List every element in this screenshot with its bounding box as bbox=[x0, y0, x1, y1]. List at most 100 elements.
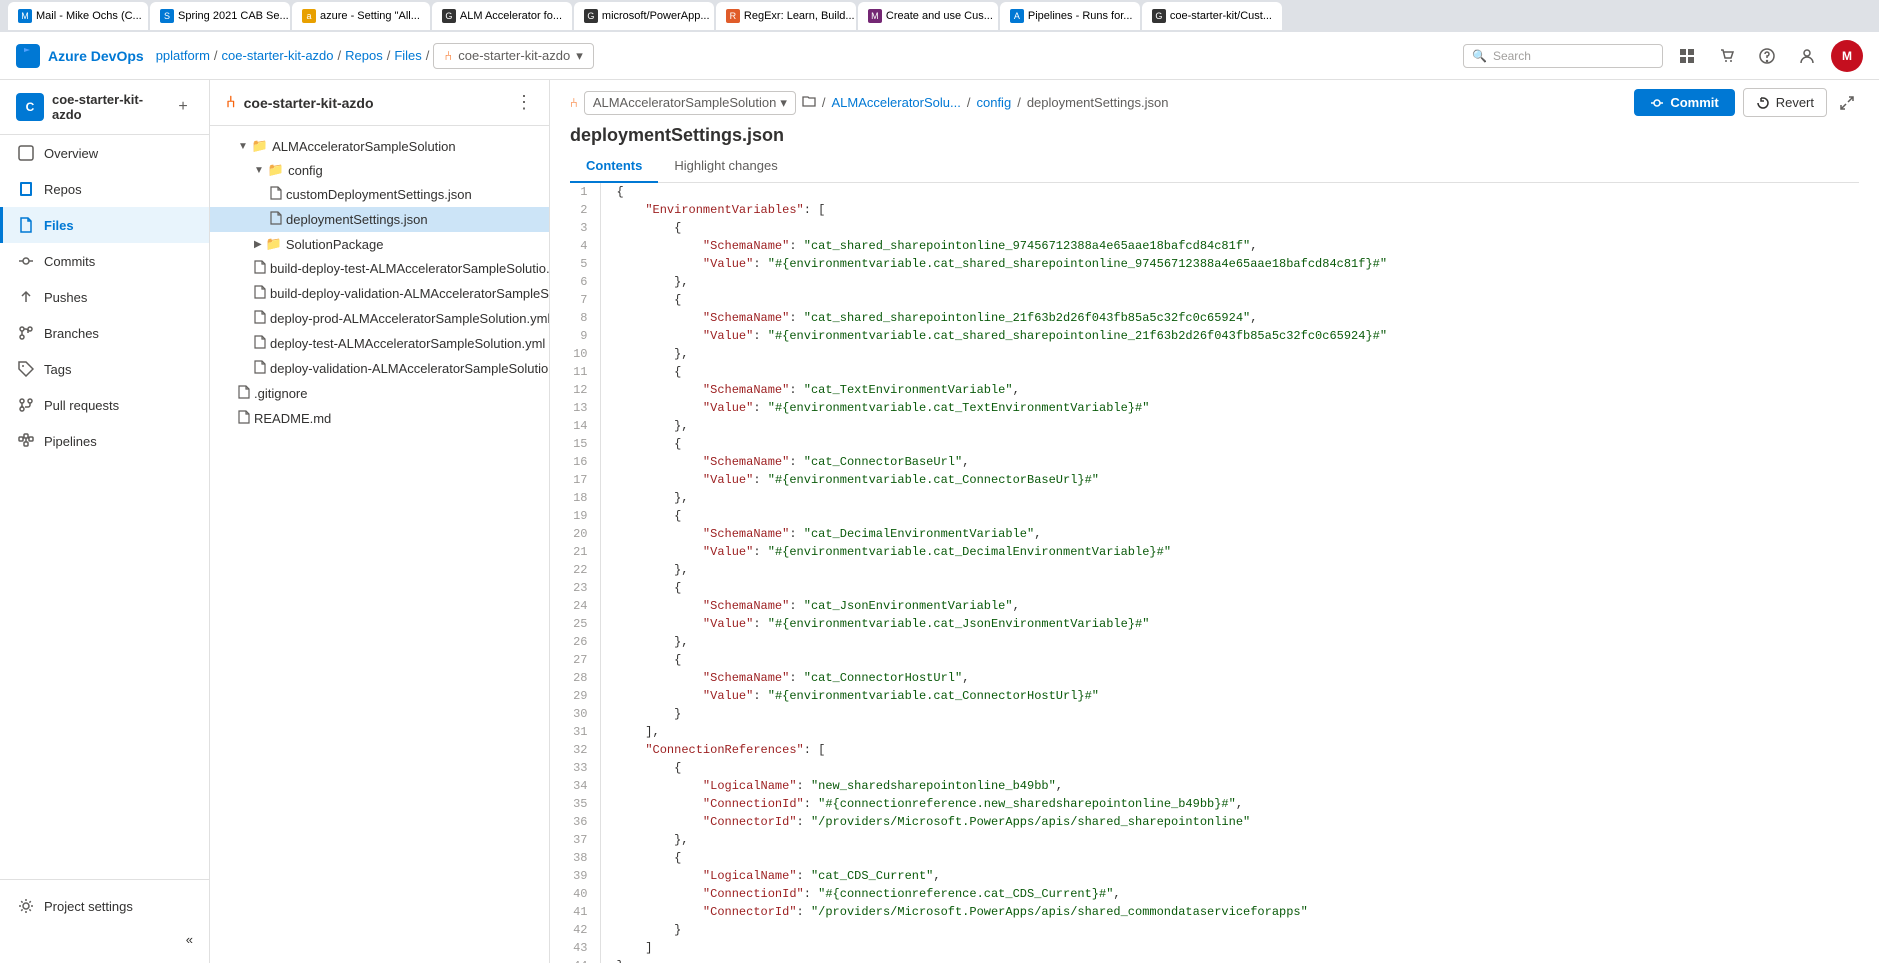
project-header: C coe-starter-kit-azdo + bbox=[0, 80, 209, 135]
tree-item-customdeploymentsettings[interactable]: customDeploymentSettings.json bbox=[210, 182, 549, 207]
sidebar-collapse-btn[interactable]: « bbox=[0, 924, 209, 955]
azure-devops-logo-icon bbox=[16, 44, 40, 68]
file-header-area: ⑃ ALMAcceleratorSampleSolution ▾ / ALMAc… bbox=[550, 80, 1879, 183]
line-number: 10 bbox=[550, 345, 600, 363]
table-row: 21 "Value": "#{environmentvariable.cat_D… bbox=[550, 543, 1879, 561]
tree-item-readme[interactable]: README.md bbox=[210, 406, 549, 431]
tree-item-build-deploy-validation[interactable]: build-deploy-validation-ALMAcceleratorSa… bbox=[210, 281, 549, 306]
sidebar-item-project-settings[interactable]: Project settings bbox=[0, 888, 209, 924]
code-line-content: "ConnectorId": "/providers/Microsoft.Pow… bbox=[600, 813, 1879, 831]
tree-item-gitignore[interactable]: .gitignore bbox=[210, 381, 549, 406]
code-editor[interactable]: 1 { 2 "EnvironmentVariables": [ 3 { 4 "S… bbox=[550, 183, 1879, 963]
tab-regex-label: RegExr: Learn, Build... bbox=[744, 10, 855, 22]
tree-item-build-deploy-test[interactable]: build-deploy-test-ALMAcceleratorSampleSo… bbox=[210, 256, 549, 281]
tree-item-deploy-validation[interactable]: deploy-validation-ALMAcceleratorSampleSo… bbox=[210, 356, 549, 381]
code-line-content: "LogicalName": "cat_CDS_Current", bbox=[600, 867, 1879, 885]
branch-selector[interactable]: ALMAcceleratorSampleSolution ▾ bbox=[584, 91, 796, 115]
tree-label-deploy-prod: deploy-prod-ALMAcceleratorSampleSolution… bbox=[270, 311, 549, 326]
tab-spring[interactable]: S Spring 2021 CAB Se... bbox=[150, 2, 290, 30]
commit-button[interactable]: Commit bbox=[1634, 89, 1734, 116]
project-avatar: C bbox=[16, 93, 44, 121]
azure-devops-logo[interactable]: Azure DevOps bbox=[16, 44, 144, 68]
user-icon-btn[interactable] bbox=[1791, 40, 1823, 72]
sidebar-item-pushes[interactable]: Pushes bbox=[0, 279, 209, 315]
tree-item-almaccelerator[interactable]: ▼ 📁 ALMAcceleratorSampleSolution bbox=[210, 134, 549, 158]
sidebar-item-files[interactable]: Files bbox=[0, 207, 209, 243]
breadcrumb-pplatform[interactable]: pplatform bbox=[156, 48, 210, 63]
cart-icon-btn[interactable] bbox=[1711, 40, 1743, 72]
pushes-icon bbox=[16, 287, 36, 307]
tree-item-deploy-test[interactable]: deploy-test-ALMAcceleratorSampleSolution… bbox=[210, 331, 549, 356]
file-tabs: Contents Highlight changes bbox=[570, 150, 1859, 183]
sidebar-label-commits: Commits bbox=[44, 254, 95, 269]
sidebar-label-repos: Repos bbox=[44, 182, 82, 197]
breadcrumb-sep-3: / bbox=[387, 48, 391, 63]
tab-alm[interactable]: G ALM Accelerator fo... bbox=[432, 2, 572, 30]
breadcrumb-files[interactable]: Files bbox=[394, 48, 421, 63]
file-header-top: ⑃ ALMAcceleratorSampleSolution ▾ / ALMAc… bbox=[570, 88, 1859, 117]
tree-item-solutionpackage[interactable]: ▶ 📁 SolutionPackage bbox=[210, 232, 549, 256]
line-number: 16 bbox=[550, 453, 600, 471]
line-number: 42 bbox=[550, 921, 600, 939]
add-project-btn[interactable]: + bbox=[173, 97, 193, 117]
tab-azure[interactable]: a azure - Setting "All... bbox=[292, 2, 430, 30]
sidebar-item-pull-requests[interactable]: Pull requests bbox=[0, 387, 209, 423]
tab-contents[interactable]: Contents bbox=[570, 150, 658, 183]
collapse-sidebar-icon: « bbox=[186, 932, 193, 947]
sidebar-item-overview[interactable]: Overview bbox=[0, 135, 209, 171]
tab-mail[interactable]: M Mail - Mike Ochs (C... bbox=[8, 2, 148, 30]
line-number: 39 bbox=[550, 867, 600, 885]
repo-branch-selector[interactable]: ⑃ coe-starter-kit-azdo ▾ bbox=[433, 43, 593, 69]
breadcrumb-part-1[interactable]: config bbox=[976, 95, 1011, 110]
deploy-validation-file-icon bbox=[254, 360, 266, 377]
azure-devops-text: Azure DevOps bbox=[48, 48, 144, 64]
breadcrumb-coe-starter[interactable]: coe-starter-kit-azdo bbox=[222, 48, 334, 63]
code-line-content: ], bbox=[600, 723, 1879, 741]
grid-view-btn[interactable] bbox=[1671, 40, 1703, 72]
breadcrumb-part-0[interactable]: ALMAcceleratorSolu... bbox=[832, 95, 961, 110]
build-deploy-test-file-icon bbox=[254, 260, 266, 277]
tab-ms[interactable]: G microsoft/PowerApp... bbox=[574, 2, 714, 30]
search-box[interactable]: 🔍 Search bbox=[1463, 44, 1663, 68]
tree-item-config[interactable]: ▼ 📁 config bbox=[210, 158, 549, 182]
tab-create[interactable]: M Create and use Cus... bbox=[858, 2, 998, 30]
expand-icon-btn[interactable] bbox=[1835, 91, 1859, 115]
tab-regex[interactable]: R RegExr: Learn, Build... bbox=[716, 2, 856, 30]
user-avatar[interactable]: M bbox=[1831, 40, 1863, 72]
tab-ms-favicon: G bbox=[584, 9, 598, 23]
file-tree-repo-name: coe-starter-kit-azdo bbox=[244, 95, 374, 111]
tree-label-deploy-test: deploy-test-ALMAcceleratorSampleSolution… bbox=[270, 336, 545, 351]
table-row: 19 { bbox=[550, 507, 1879, 525]
line-number: 40 bbox=[550, 885, 600, 903]
sidebar-item-commits[interactable]: Commits bbox=[0, 243, 209, 279]
repo-header-icon: ⑃ bbox=[226, 94, 236, 112]
sidebar-item-pipelines[interactable]: Pipelines bbox=[0, 423, 209, 459]
top-nav: Azure DevOps pplatform / coe-starter-kit… bbox=[0, 32, 1879, 80]
deploymentsettings-file-icon bbox=[270, 211, 282, 228]
tree-item-deploy-prod[interactable]: deploy-prod-ALMAcceleratorSampleSolution… bbox=[210, 306, 549, 331]
line-number: 9 bbox=[550, 327, 600, 345]
table-row: 29 "Value": "#{environmentvariable.cat_C… bbox=[550, 687, 1879, 705]
table-row: 32 "ConnectionReferences": [ bbox=[550, 741, 1879, 759]
code-line-content: { bbox=[600, 759, 1879, 777]
tab-coe[interactable]: G coe-starter-kit/Cust... bbox=[1142, 2, 1282, 30]
commit-button-label: Commit bbox=[1670, 95, 1718, 110]
code-line-content: "ConnectionId": "#{connectionreference.c… bbox=[600, 885, 1879, 903]
sidebar-item-repos[interactable]: Repos bbox=[0, 171, 209, 207]
table-row: 1 { bbox=[550, 183, 1879, 201]
breadcrumb-repos[interactable]: Repos bbox=[345, 48, 383, 63]
revert-button[interactable]: Revert bbox=[1743, 88, 1827, 117]
breadcrumb-sep-2: / bbox=[338, 48, 342, 63]
tab-highlight-changes[interactable]: Highlight changes bbox=[658, 150, 793, 183]
sidebar-item-tags[interactable]: Tags bbox=[0, 351, 209, 387]
table-row: 44 } bbox=[550, 957, 1879, 963]
file-tree-more-options[interactable]: ⋮ bbox=[515, 92, 533, 113]
tab-pipelines[interactable]: A Pipelines - Runs for... bbox=[1000, 2, 1140, 30]
sidebar-label-branches: Branches bbox=[44, 326, 99, 341]
help-icon-btn[interactable] bbox=[1751, 40, 1783, 72]
sidebar-item-branches[interactable]: Branches bbox=[0, 315, 209, 351]
tree-item-deploymentsettings[interactable]: deploymentSettings.json bbox=[210, 207, 549, 232]
table-row: 20 "SchemaName": "cat_DecimalEnvironment… bbox=[550, 525, 1879, 543]
line-number: 37 bbox=[550, 831, 600, 849]
tab-mail-favicon: M bbox=[18, 9, 32, 23]
